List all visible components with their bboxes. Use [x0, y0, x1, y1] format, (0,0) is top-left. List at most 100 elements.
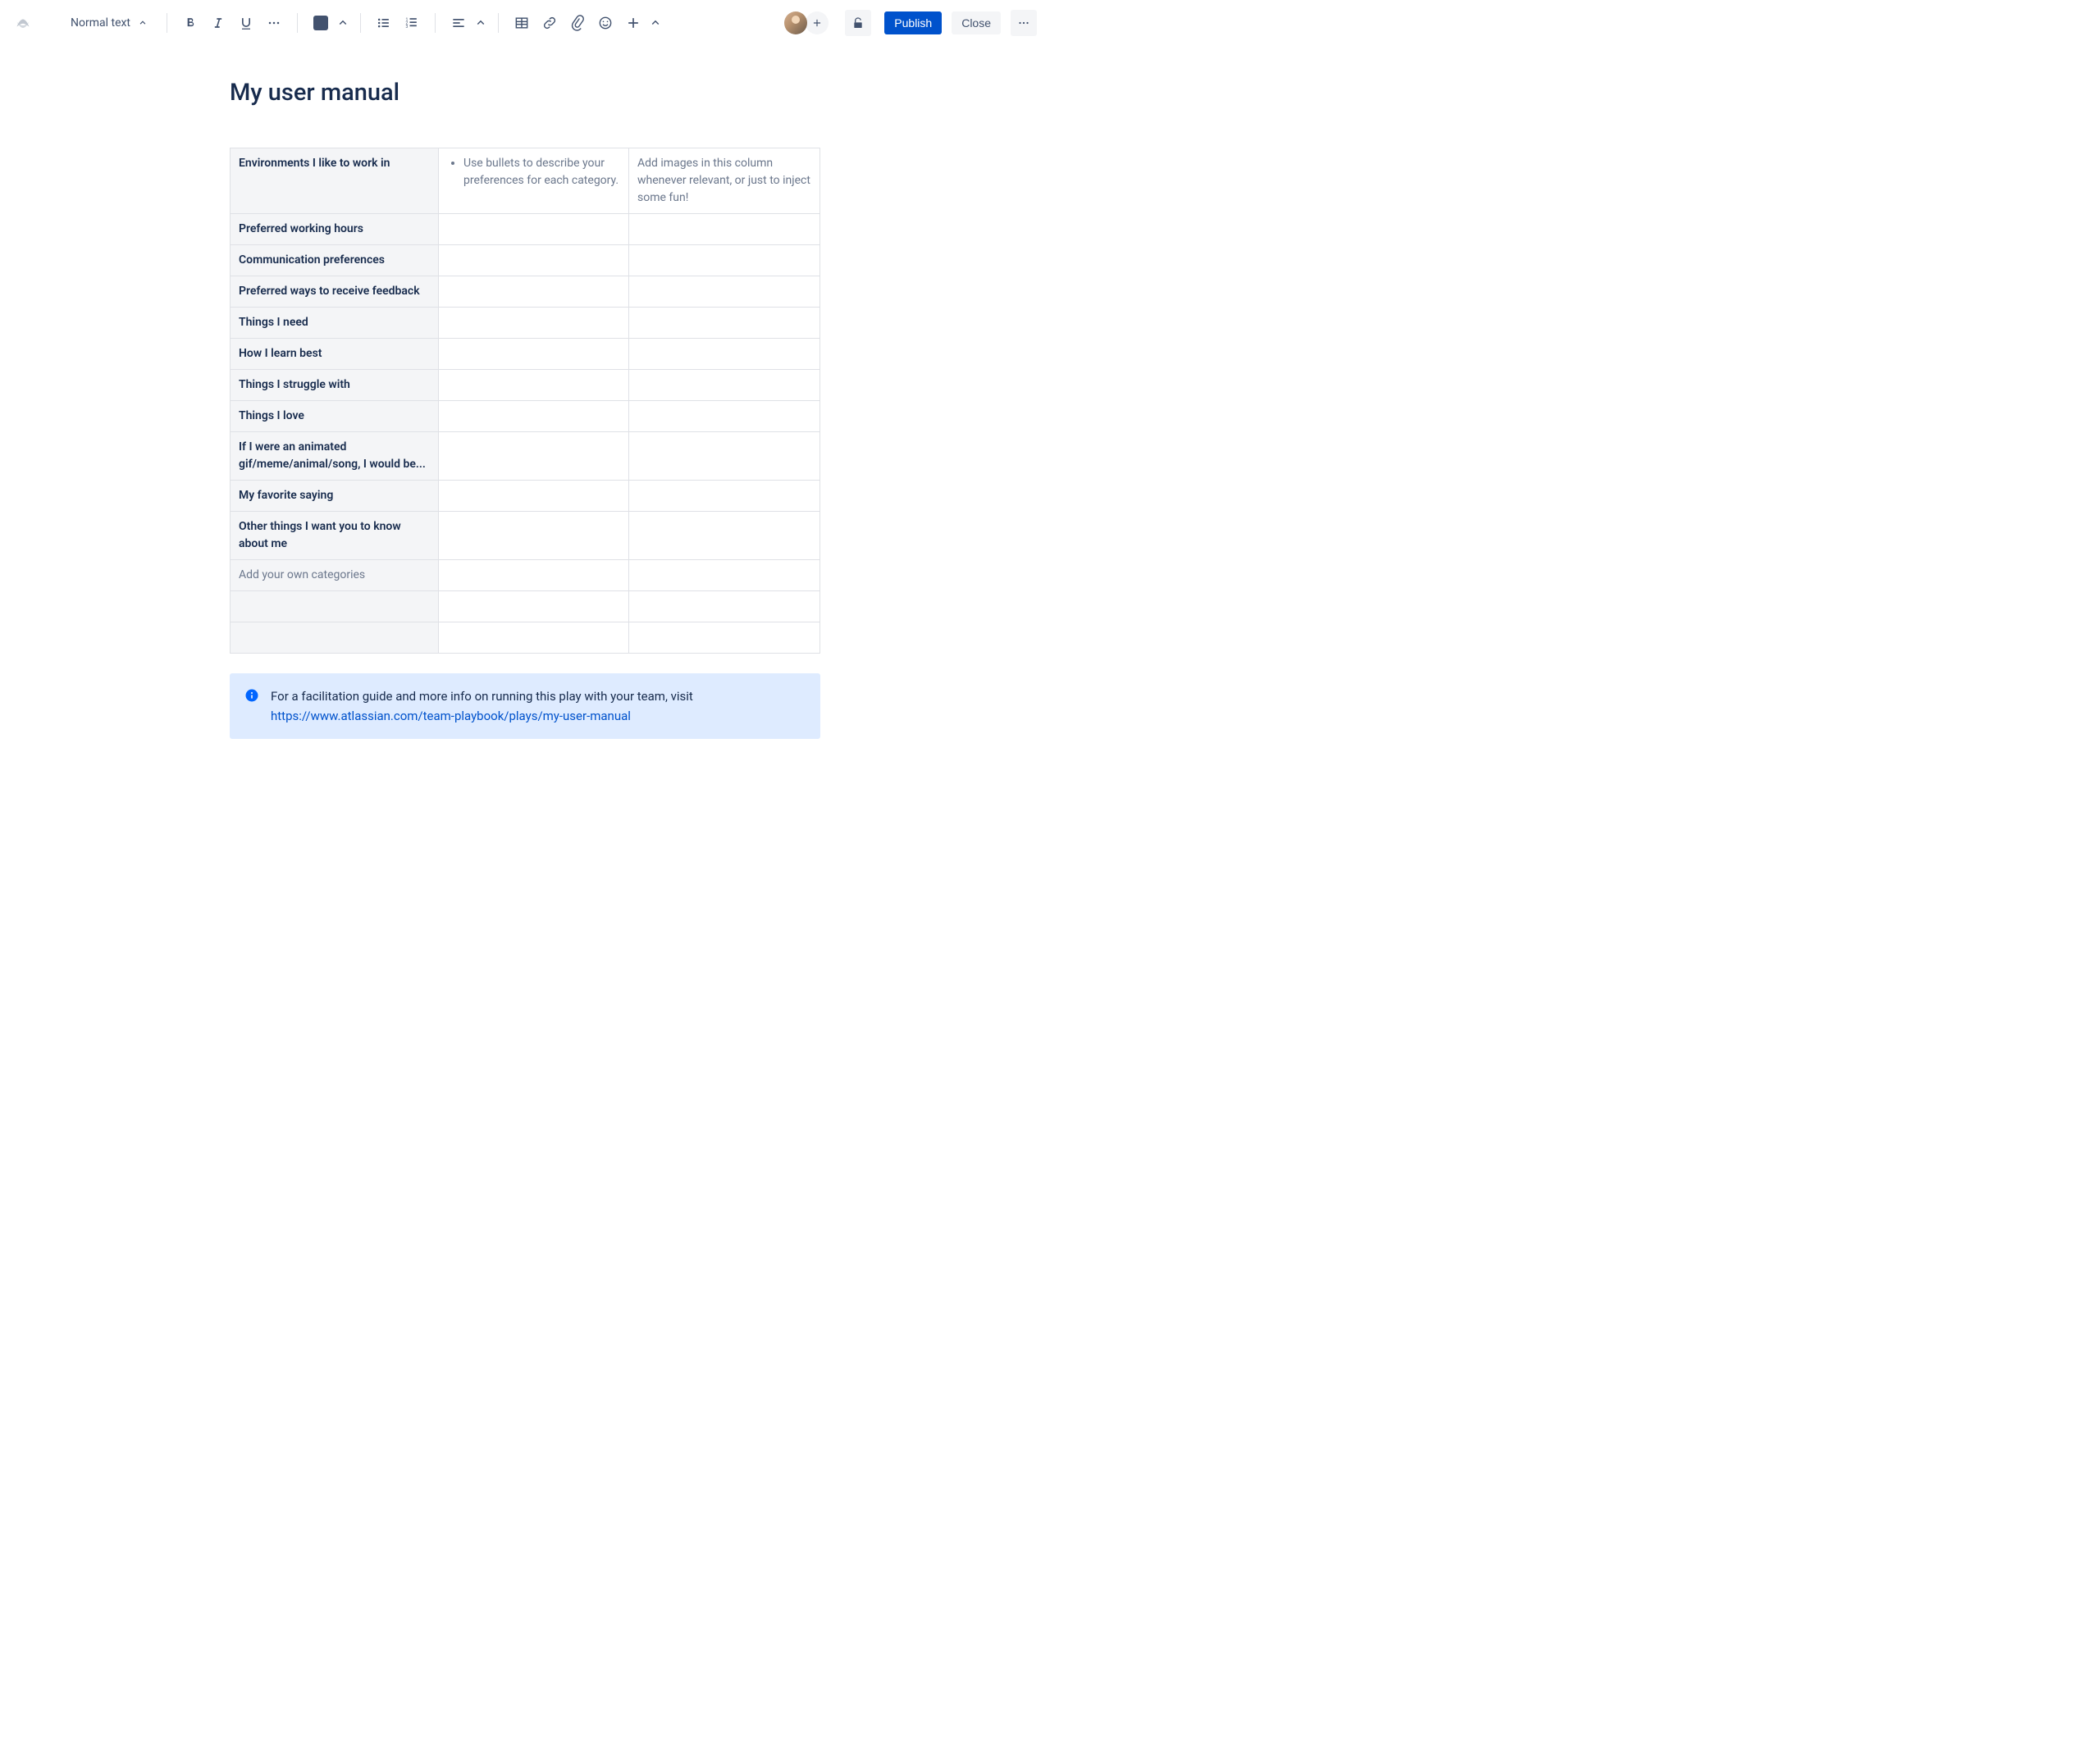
- restrictions-button[interactable]: [845, 10, 871, 36]
- unlock-icon: [851, 16, 865, 30]
- more-icon: [1016, 16, 1031, 30]
- preferences-cell[interactable]: [439, 622, 629, 654]
- images-cell[interactable]: [629, 401, 820, 432]
- preferences-cell[interactable]: [439, 339, 629, 370]
- preferences-cell[interactable]: [439, 401, 629, 432]
- bold-button[interactable]: [177, 10, 203, 36]
- category-cell[interactable]: My favorite saying: [231, 481, 439, 512]
- table-row[interactable]: Add your own categories: [231, 560, 820, 591]
- more-formatting-button[interactable]: [261, 10, 287, 36]
- preferences-cell[interactable]: [439, 432, 629, 481]
- user-avatar[interactable]: [784, 11, 807, 34]
- table-row[interactable]: Things I need: [231, 308, 820, 339]
- preferences-cell[interactable]: [439, 591, 629, 622]
- images-cell[interactable]: [629, 432, 820, 481]
- separator: [297, 13, 298, 33]
- add-collaborator-button[interactable]: [806, 11, 829, 34]
- category-cell[interactable]: Preferred working hours: [231, 214, 439, 245]
- images-cell[interactable]: [629, 245, 820, 276]
- category-cell[interactable]: [231, 591, 439, 622]
- table-row[interactable]: Environments I like to work inUse bullet…: [231, 148, 820, 214]
- images-cell[interactable]: [629, 481, 820, 512]
- table-row[interactable]: How I learn best: [231, 339, 820, 370]
- preferences-cell[interactable]: [439, 308, 629, 339]
- table-row[interactable]: If I were an animated gif/meme/animal/so…: [231, 432, 820, 481]
- chevron-up-icon: [137, 17, 148, 29]
- preferences-cell[interactable]: [439, 481, 629, 512]
- link-button[interactable]: [536, 10, 563, 36]
- table-row[interactable]: Things I love: [231, 401, 820, 432]
- table-row[interactable]: Preferred working hours: [231, 214, 820, 245]
- page-title[interactable]: My user manual: [230, 79, 820, 107]
- images-cell[interactable]: [629, 512, 820, 560]
- category-cell[interactable]: Add your own categories: [231, 560, 439, 591]
- table-row[interactable]: Communication preferences: [231, 245, 820, 276]
- images-cell[interactable]: [629, 591, 820, 622]
- info-text: For a facilitation guide and more info o…: [271, 686, 693, 726]
- info-link[interactable]: https://www.atlassian.com/team-playbook/…: [271, 709, 631, 723]
- preferences-cell[interactable]: [439, 370, 629, 401]
- preferences-cell[interactable]: [439, 560, 629, 591]
- svg-text:3: 3: [406, 25, 409, 30]
- images-cell[interactable]: [629, 276, 820, 308]
- category-cell[interactable]: Communication preferences: [231, 245, 439, 276]
- table-row[interactable]: Preferred ways to receive feedback: [231, 276, 820, 308]
- separator: [498, 13, 499, 33]
- table-row[interactable]: Other things I want you to know about me: [231, 512, 820, 560]
- preferences-cell[interactable]: [439, 512, 629, 560]
- editor-toolbar: Normal text 123: [0, 0, 1050, 46]
- chevron-up-icon: [473, 15, 488, 31]
- alignment-button[interactable]: [445, 10, 472, 36]
- info-panel[interactable]: For a facilitation guide and more info o…: [230, 673, 820, 739]
- insert-dropdown[interactable]: [648, 10, 663, 36]
- bullet-list-button[interactable]: [371, 10, 397, 36]
- preferences-cell[interactable]: [439, 214, 629, 245]
- table-row[interactable]: [231, 591, 820, 622]
- numbered-list-button[interactable]: 123: [399, 10, 425, 36]
- images-cell[interactable]: [629, 370, 820, 401]
- page-more-button[interactable]: [1011, 10, 1037, 36]
- separator: [435, 13, 436, 33]
- category-cell[interactable]: Environments I like to work in: [231, 148, 439, 214]
- page-content: My user manual Environments I like to wo…: [213, 79, 837, 788]
- category-cell[interactable]: Things I love: [231, 401, 439, 432]
- category-cell[interactable]: How I learn best: [231, 339, 439, 370]
- category-cell[interactable]: If I were an animated gif/meme/animal/so…: [231, 432, 439, 481]
- category-cell[interactable]: Other things I want you to know about me: [231, 512, 439, 560]
- user-manual-table[interactable]: Environments I like to work inUse bullet…: [230, 148, 820, 654]
- underline-button[interactable]: [233, 10, 259, 36]
- color-swatch: [313, 16, 328, 30]
- insert-button[interactable]: [620, 10, 646, 36]
- emoji-button[interactable]: [592, 10, 619, 36]
- table-row[interactable]: [231, 622, 820, 654]
- preferences-cell[interactable]: [439, 245, 629, 276]
- images-cell[interactable]: [629, 560, 820, 591]
- preferences-cell[interactable]: [439, 276, 629, 308]
- text-color-dropdown[interactable]: [336, 10, 350, 36]
- category-cell[interactable]: Things I struggle with: [231, 370, 439, 401]
- chevron-up-icon: [648, 15, 663, 31]
- text-color-button[interactable]: [308, 10, 334, 36]
- info-icon: [244, 688, 259, 703]
- chevron-up-icon: [336, 15, 350, 31]
- images-cell[interactable]: [629, 622, 820, 654]
- table-row[interactable]: Things I struggle with: [231, 370, 820, 401]
- images-cell[interactable]: [629, 308, 820, 339]
- close-button[interactable]: Close: [952, 11, 1001, 34]
- preferences-cell[interactable]: Use bullets to describe your preferences…: [439, 148, 629, 214]
- separator: [360, 13, 361, 33]
- category-cell[interactable]: [231, 622, 439, 654]
- images-cell[interactable]: [629, 214, 820, 245]
- attachment-button[interactable]: [564, 10, 591, 36]
- category-cell[interactable]: Things I need: [231, 308, 439, 339]
- italic-button[interactable]: [205, 10, 231, 36]
- text-style-label: Normal text: [71, 16, 130, 30]
- images-cell[interactable]: [629, 339, 820, 370]
- text-style-selector[interactable]: Normal text: [62, 11, 157, 34]
- publish-button[interactable]: Publish: [884, 11, 942, 34]
- category-cell[interactable]: Preferred ways to receive feedback: [231, 276, 439, 308]
- table-button[interactable]: [509, 10, 535, 36]
- alignment-dropdown[interactable]: [473, 10, 488, 36]
- images-cell[interactable]: Add images in this column whenever relev…: [629, 148, 820, 214]
- table-row[interactable]: My favorite saying: [231, 481, 820, 512]
